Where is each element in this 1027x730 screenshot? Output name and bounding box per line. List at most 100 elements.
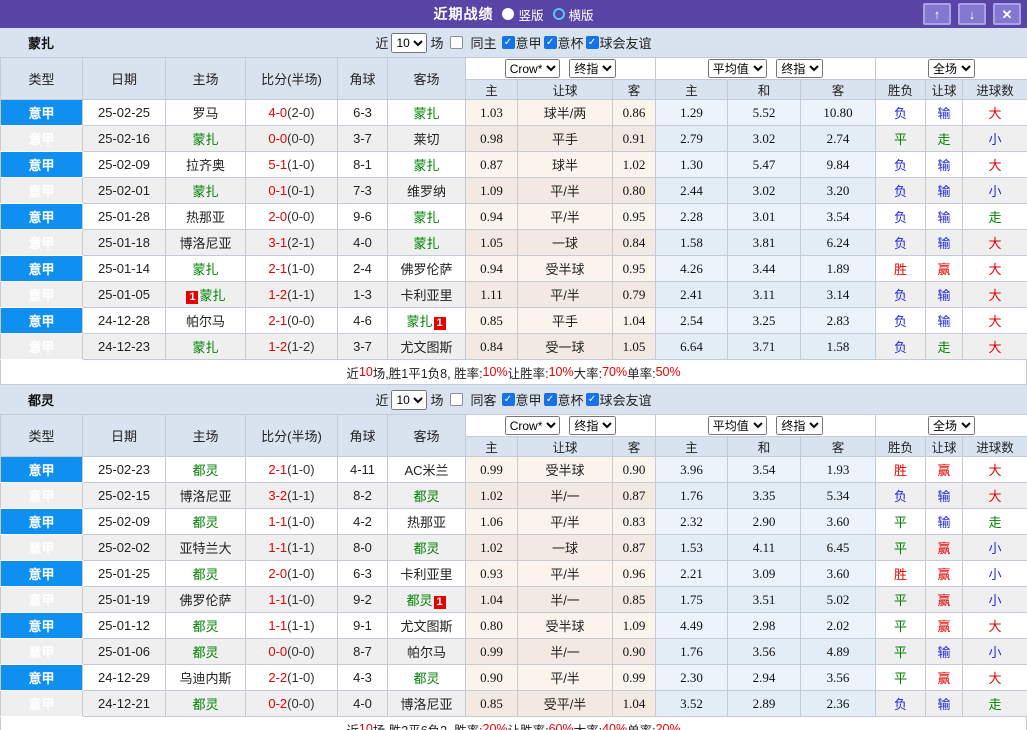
radio-unselected-icon bbox=[552, 8, 565, 20]
euro-away-odds: 5.02 bbox=[800, 586, 877, 613]
competition-checkbox[interactable] bbox=[543, 36, 557, 49]
competition-filter[interactable]: 意甲 bbox=[500, 390, 542, 409]
scope-checkbox[interactable] bbox=[450, 393, 464, 406]
handicap-home-odds: 0.98 bbox=[465, 125, 518, 152]
competition-filter[interactable]: 意甲 bbox=[500, 33, 542, 52]
away-team-cell: 帕尔马 bbox=[387, 638, 466, 665]
layout-vertical-radio[interactable]: 竖版 bbox=[502, 5, 544, 24]
handicap-line: 受半球 bbox=[517, 612, 613, 639]
handicap-away-odds: 0.84 bbox=[611, 229, 657, 256]
handicap-away-odds: 0.99 bbox=[611, 664, 657, 691]
handicap-home-odds: 0.93 bbox=[465, 560, 518, 587]
match-result: 负 bbox=[875, 333, 927, 360]
table-row: 意甲 25-01-28 热那亚 2-0(0-0) 9-6 蒙扎 0.94 平/半… bbox=[0, 203, 1027, 230]
team-label: 维罗纳 bbox=[406, 184, 446, 199]
table-row: 意甲 25-01-05 1 蒙扎 1-2(1-1) 1-3 卡利亚里 1.11 平… bbox=[0, 281, 1027, 308]
col-handicap-away: 客 bbox=[611, 79, 657, 100]
date-cell: 25-02-09 bbox=[82, 508, 166, 535]
goals-result: 走 bbox=[962, 690, 1027, 717]
col-euro-draw: 和 bbox=[727, 436, 802, 457]
competition-filters: 意甲意杯球会友谊 bbox=[500, 33, 652, 52]
scope-select[interactable]: 全场 bbox=[928, 59, 976, 78]
close-icon: ✕ bbox=[1001, 6, 1013, 22]
recent-count-select[interactable]: 10 bbox=[391, 32, 428, 53]
handicap-result: 输 bbox=[925, 229, 964, 256]
fulltime-score: 0-1 bbox=[268, 183, 288, 198]
red-card-badge: 1 bbox=[433, 596, 446, 609]
competition-checkbox[interactable] bbox=[501, 393, 515, 406]
date-cell: 24-12-28 bbox=[82, 307, 166, 334]
date-cell: 25-02-25 bbox=[82, 99, 166, 126]
team-label: 蒙扎 bbox=[413, 236, 440, 251]
euro-index-select[interactable]: 终指 bbox=[776, 416, 824, 435]
home-team-cell: 都灵 bbox=[165, 638, 246, 665]
move-down-button[interactable]: ↓ bbox=[958, 3, 986, 25]
goals-result: 小 bbox=[962, 638, 1027, 665]
euro-mode-select[interactable]: 平均值 bbox=[707, 59, 767, 78]
handicap-result: 输 bbox=[925, 203, 964, 230]
euro-index-select[interactable]: 终指 bbox=[776, 59, 824, 78]
away-team-cell: 都灵 bbox=[387, 482, 466, 509]
euro-mode-select[interactable]: 平均值 bbox=[707, 416, 767, 435]
page-title: 近期战绩 bbox=[433, 6, 494, 22]
matches-label: 场 bbox=[430, 393, 444, 408]
halftime-score: (1-0) bbox=[287, 514, 315, 529]
away-team-cell: 都灵 1 bbox=[387, 586, 466, 613]
competition-checkbox[interactable] bbox=[585, 393, 599, 406]
euro-home-odds: 3.96 bbox=[655, 456, 729, 483]
date-cell: 24-12-21 bbox=[82, 690, 166, 717]
recent-count-select[interactable]: 10 bbox=[391, 389, 428, 410]
score-cell: 5-1(1-0) bbox=[245, 151, 338, 178]
handicap-line: 平/半 bbox=[517, 664, 613, 691]
team-label: 乌迪内斯 bbox=[179, 671, 232, 686]
handicap-home-odds: 0.94 bbox=[465, 255, 518, 282]
col-euro-home: 主 bbox=[655, 436, 729, 457]
handicap-line: 平/半 bbox=[517, 508, 613, 535]
bookmaker-select[interactable]: Crow* bbox=[504, 416, 560, 435]
euro-home-odds: 4.26 bbox=[655, 255, 729, 282]
fulltime-score: 1-1 bbox=[268, 618, 288, 633]
home-team-cell: 都灵 bbox=[165, 560, 246, 587]
corner-cell: 4-3 bbox=[337, 664, 388, 691]
handicap-index-select[interactable]: 终指 bbox=[569, 59, 617, 78]
handicap-index-select[interactable]: 终指 bbox=[569, 416, 617, 435]
col-score: 比分(半场) bbox=[245, 414, 338, 457]
move-up-button[interactable]: ↑ bbox=[923, 3, 951, 25]
euro-draw-odds: 3.01 bbox=[727, 203, 802, 230]
euro-home-odds: 2.32 bbox=[655, 508, 729, 535]
home-team-cell: 蒙扎 bbox=[165, 125, 246, 152]
competition-checkbox[interactable] bbox=[501, 36, 515, 49]
handicap-result: 输 bbox=[925, 508, 964, 535]
competition-checkbox[interactable] bbox=[585, 36, 599, 49]
title-group: 近期战绩 竖版 横版 bbox=[433, 4, 593, 24]
home-team-cell: 佛罗伦萨 bbox=[165, 586, 246, 613]
team-label: 佛罗伦萨 bbox=[179, 593, 232, 608]
corner-cell: 9-2 bbox=[337, 586, 388, 613]
fulltime-score: 2-0 bbox=[268, 209, 288, 224]
fulltime-score: 3-1 bbox=[268, 235, 288, 250]
competition-filter[interactable]: 球会友谊 bbox=[584, 390, 652, 409]
handicap-line: 半/一 bbox=[517, 638, 613, 665]
handicap-line: 半/一 bbox=[517, 482, 613, 509]
date-cell: 25-02-23 bbox=[82, 456, 166, 483]
table-row: 意甲 25-02-01 蒙扎 0-1(0-1) 7-3 维罗纳 1.09 平/半… bbox=[0, 177, 1027, 204]
league-cell: 意甲 bbox=[0, 586, 83, 613]
bookmaker-select[interactable]: Crow* bbox=[504, 59, 560, 78]
competition-filter[interactable]: 意杯 bbox=[542, 33, 584, 52]
competition-checkbox[interactable] bbox=[543, 393, 557, 406]
recent-results-window: 近期战绩 竖版 横版 ↑ ↓ ✕ 蒙扎 近 10 场 同主 ✓ 意甲 ✓ 意杯 … bbox=[0, 0, 1027, 730]
col-corner: 角球 bbox=[337, 414, 388, 457]
competition-filter[interactable]: 球会友谊 bbox=[584, 33, 652, 52]
goals-result: 大 bbox=[962, 255, 1027, 282]
euro-away-odds: 2.02 bbox=[800, 612, 877, 639]
league-cell: 意甲 bbox=[0, 456, 83, 483]
competition-filter[interactable]: 意杯 bbox=[542, 390, 584, 409]
scope-select[interactable]: 全场 bbox=[928, 416, 976, 435]
handicap-result: 赢 bbox=[925, 456, 964, 483]
close-button[interactable]: ✕ bbox=[993, 3, 1021, 25]
layout-horizontal-radio[interactable]: 横版 bbox=[552, 5, 594, 24]
scope-checkbox[interactable] bbox=[450, 36, 464, 49]
euro-home-odds: 4.49 bbox=[655, 612, 729, 639]
fulltime-score: 0-2 bbox=[268, 696, 288, 711]
team-label: 卡利亚里 bbox=[400, 567, 453, 582]
